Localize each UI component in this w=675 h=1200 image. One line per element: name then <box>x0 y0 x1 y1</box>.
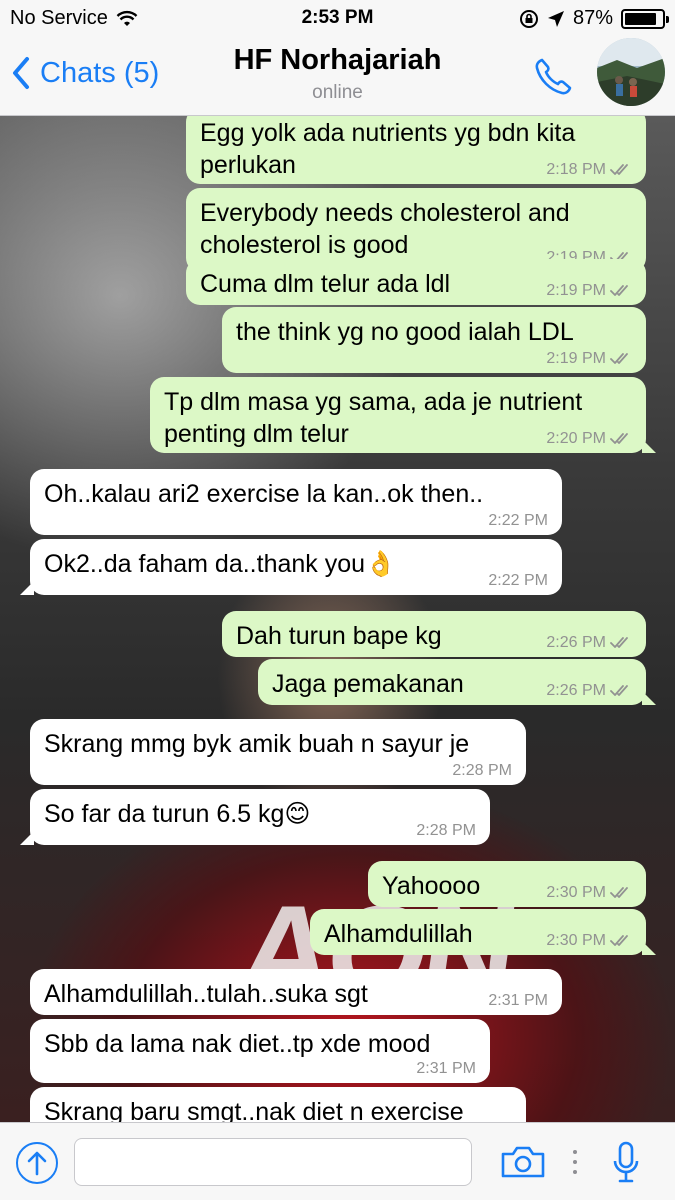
outgoing-message[interactable]: Alhamdulillah 2:30 PM <box>310 909 656 955</box>
outgoing-message[interactable]: the think yg no good ialah LDL 2:19 PM <box>222 307 646 373</box>
camera-icon <box>501 1146 545 1178</box>
read-ticks-icon <box>610 285 628 296</box>
message-text: Ok2..da faham da..thank you👌 <box>44 550 397 578</box>
message-text: the think yg no good ialah LDL <box>236 318 574 346</box>
status-right: 87% <box>519 7 669 30</box>
chat-header: Chats (5) HF Norhajariah online <box>0 38 675 116</box>
outgoing-message[interactable]: Cuma dlm telur ada ldl 2:19 PM <box>186 259 646 305</box>
incoming-message[interactable]: Sbb da lama nak diet..tp xde mood 2:31 PM <box>30 1019 490 1083</box>
outgoing-message[interactable]: Egg yolk ada nutrients yg bdn kita perlu… <box>186 116 646 184</box>
outgoing-message[interactable]: Jaga pemakanan 2:26 PM <box>258 659 656 705</box>
message-time: 2:26 PM <box>546 634 606 651</box>
read-ticks-icon <box>610 637 628 648</box>
chat-transcript[interactable]: AON Egg yolk ada nutrients yg bdn kita p… <box>0 116 675 1122</box>
avatar[interactable] <box>597 38 665 106</box>
message-time: 2:28 PM <box>452 762 512 779</box>
message-meta: 2:31 PM <box>488 992 548 1010</box>
message-time: 2:19 PM <box>546 350 606 367</box>
message-time: 2:26 PM <box>546 682 606 699</box>
phone-icon <box>535 58 572 95</box>
message-meta: 2:26 PM <box>546 634 632 652</box>
message-meta: 2:20 PM <box>546 430 632 448</box>
message-text: Skrang baru smgt..nak diet n exercise <box>44 1098 464 1122</box>
outgoing-message[interactable]: Dah turun bape kg 2:26 PM <box>222 611 646 657</box>
message-time: 2:31 PM <box>488 992 548 1009</box>
message-meta: 2:28 PM <box>452 762 512 780</box>
message-text: Sbb da lama nak diet..tp xde mood <box>44 1030 431 1058</box>
incoming-message[interactable]: Skrang baru smgt..nak diet n exercise <box>30 1087 526 1122</box>
read-ticks-icon <box>610 685 628 696</box>
mic-button[interactable] <box>612 1141 640 1190</box>
orientation-lock-icon <box>519 9 538 28</box>
upload-arrow-icon <box>27 1151 47 1176</box>
message-meta: 2:22 PM <box>488 512 548 530</box>
incoming-message[interactable]: Oh..kalau ari2 exercise la kan..ok then.… <box>30 469 562 535</box>
separator-dots-icon <box>571 1148 579 1181</box>
outgoing-message[interactable]: Yahoooo 2:30 PM <box>368 861 646 907</box>
message-time: 2:19 PM <box>546 282 606 299</box>
message-time: 2:30 PM <box>546 932 606 949</box>
incoming-message[interactable]: Ok2..da faham da..thank you👌 2:22 PM <box>20 539 562 595</box>
message-meta: 2:30 PM <box>546 932 632 950</box>
message-meta: 2:19 PM <box>546 350 632 368</box>
message-text: So far da turun 6.5 kg😊 <box>44 800 311 828</box>
message-time: 2:28 PM <box>416 822 476 839</box>
read-ticks-icon <box>610 433 628 444</box>
attach-button[interactable] <box>16 1142 58 1184</box>
message-input[interactable] <box>74 1138 472 1186</box>
message-time: 2:18 PM <box>546 161 606 178</box>
read-ticks-icon <box>610 353 628 364</box>
battery-fill <box>625 12 657 25</box>
message-meta: 2:30 PM <box>546 884 632 902</box>
camera-button[interactable] <box>500 1145 546 1184</box>
composer-bar <box>0 1122 675 1200</box>
message-text: Oh..kalau ari2 exercise la kan..ok then.… <box>44 480 484 508</box>
read-ticks-icon <box>610 935 628 946</box>
battery-percent: 87% <box>572 7 613 29</box>
message-time: 2:31 PM <box>416 1060 476 1077</box>
message-meta: 2:26 PM <box>546 682 632 700</box>
incoming-message[interactable]: Skrang mmg byk amik buah n sayur je 2:28 … <box>30 719 526 785</box>
status-bar: No Service 2:53 PM 87% <box>0 0 675 38</box>
message-time: 2:22 PM <box>488 512 548 529</box>
message-meta: 2:22 PM <box>488 572 548 590</box>
call-button[interactable] <box>532 56 574 103</box>
contact-photo <box>597 38 665 106</box>
message-text: Alhamdulillah..tulah..suka sgt <box>44 980 368 1008</box>
message-time: 2:22 PM <box>488 572 548 589</box>
message-meta: 2:28 PM <box>416 822 476 840</box>
read-ticks-icon <box>610 887 628 898</box>
message-meta: 2:31 PM <box>416 1060 476 1078</box>
message-time: 2:30 PM <box>546 884 606 901</box>
battery-icon <box>621 8 669 29</box>
message-meta: 2:19 PM <box>546 282 632 300</box>
message-text: Skrang mmg byk amik buah n sayur je <box>44 730 470 758</box>
read-ticks-icon <box>610 164 628 175</box>
incoming-message[interactable]: So far da turun 6.5 kg😊 2:28 PM <box>20 789 490 845</box>
outgoing-message[interactable]: Tp dlm masa yg sama, ada je nutrient pen… <box>150 377 656 453</box>
microphone-icon <box>613 1141 639 1183</box>
message-meta: 2:18 PM <box>546 161 632 179</box>
message-time: 2:20 PM <box>546 430 606 447</box>
location-arrow-icon <box>547 10 564 27</box>
incoming-message[interactable]: Alhamdulillah..tulah..suka sgt 2:31 PM <box>30 969 562 1015</box>
